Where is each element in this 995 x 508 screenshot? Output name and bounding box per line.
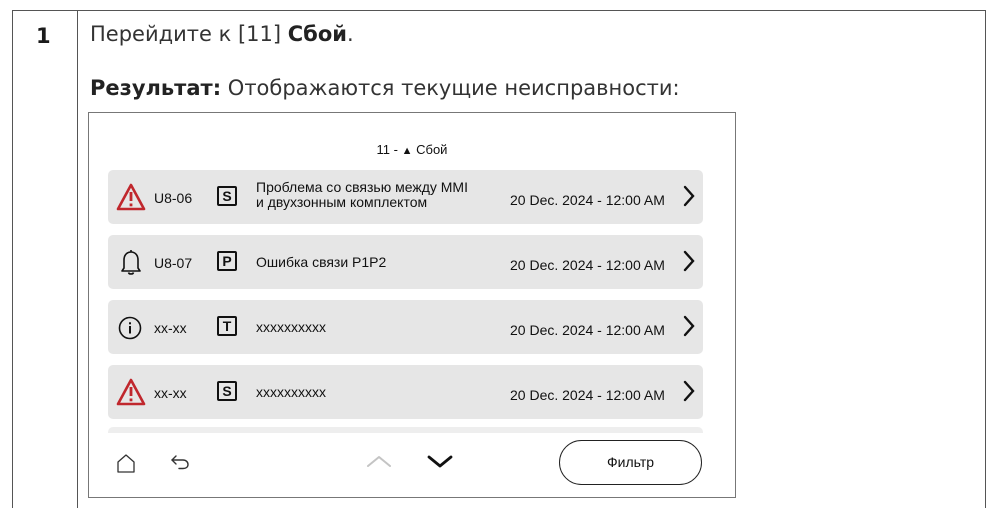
error-row[interactable]: U8-07 P Ошибка связи P1P2 20 Dec. 2024 -… <box>108 235 703 289</box>
error-row[interactable]: xx-xx S xxxxxxxxxx 20 Dec. 2024 - 12:00 … <box>108 365 703 419</box>
table-border-top <box>12 10 985 11</box>
error-message-line1: Проблема со связью между MMI <box>256 179 468 195</box>
table-border-right <box>985 10 986 508</box>
result-label: Результат: <box>90 76 222 100</box>
chevron-right-icon[interactable] <box>683 185 695 207</box>
back-arrow-icon[interactable] <box>169 453 191 471</box>
error-type-badge: P <box>217 251 237 271</box>
error-type-badge: S <box>217 186 237 206</box>
error-code: U8-06 <box>154 190 193 206</box>
table-border-left <box>12 10 13 508</box>
result-line: Результат: Отображаются текущие неисправ… <box>90 76 680 100</box>
step-text-bold: Сбой <box>287 22 347 46</box>
screen-title-text: Сбой <box>412 142 448 157</box>
error-row[interactable]: xx-xx T xxxxxxxxxx 20 Dec. 2024 - 12:00 … <box>108 300 703 354</box>
warning-triangle-icon <box>116 378 146 406</box>
step-text-before: Перейдите к [11] <box>90 22 288 46</box>
error-code: U8-07 <box>154 255 193 271</box>
filter-button[interactable]: Фильтр <box>559 440 702 485</box>
chevron-right-icon[interactable] <box>683 315 695 337</box>
screen-title-prefix: 11 - <box>376 142 402 157</box>
screen-title: 11 - ▲ Сбой <box>89 142 735 157</box>
chevron-down-icon[interactable] <box>426 453 454 469</box>
error-message: xxxxxxxxxx <box>256 319 326 335</box>
error-type-badge: T <box>217 316 237 336</box>
warning-icon: ▲ <box>401 145 413 157</box>
list-item-partial <box>108 427 703 433</box>
error-type-badge: S <box>217 381 237 401</box>
error-code: xx-xx <box>154 320 187 336</box>
chevron-right-icon[interactable] <box>683 250 695 272</box>
warning-triangle-icon <box>116 183 146 211</box>
step-text-after: . <box>346 22 354 46</box>
step-instruction: Перейдите к [11] Сбой. <box>90 22 354 46</box>
home-icon[interactable] <box>115 452 137 474</box>
error-code: xx-xx <box>154 385 187 401</box>
step-number: 1 <box>36 24 51 48</box>
error-date: 20 Dec. 2024 - 12:00 AM <box>510 387 665 403</box>
error-message: xxxxxxxxxx <box>256 384 326 400</box>
error-date: 20 Dec. 2024 - 12:00 AM <box>510 192 665 208</box>
info-circle-icon <box>118 316 142 340</box>
chevron-right-icon[interactable] <box>683 380 695 402</box>
bell-icon <box>121 250 141 275</box>
error-message: Проблема со связью между MMI и двухзонным… <box>256 180 468 210</box>
error-message-line2: и двухзонным комплектом <box>256 194 428 210</box>
error-date: 20 Dec. 2024 - 12:00 AM <box>510 322 665 338</box>
table-column-divider <box>77 10 78 508</box>
error-date: 20 Dec. 2024 - 12:00 AM <box>510 257 665 273</box>
result-text: Отображаются текущие неисправности: <box>221 76 680 100</box>
error-row[interactable]: U8-06 S Проблема со связью между MMI и дв… <box>108 170 703 224</box>
error-message: Ошибка связи P1P2 <box>256 254 387 270</box>
chevron-up-icon[interactable] <box>365 453 393 469</box>
device-screen: 11 - ▲ Сбой U8-06 S Проблема со связью м… <box>88 112 736 498</box>
